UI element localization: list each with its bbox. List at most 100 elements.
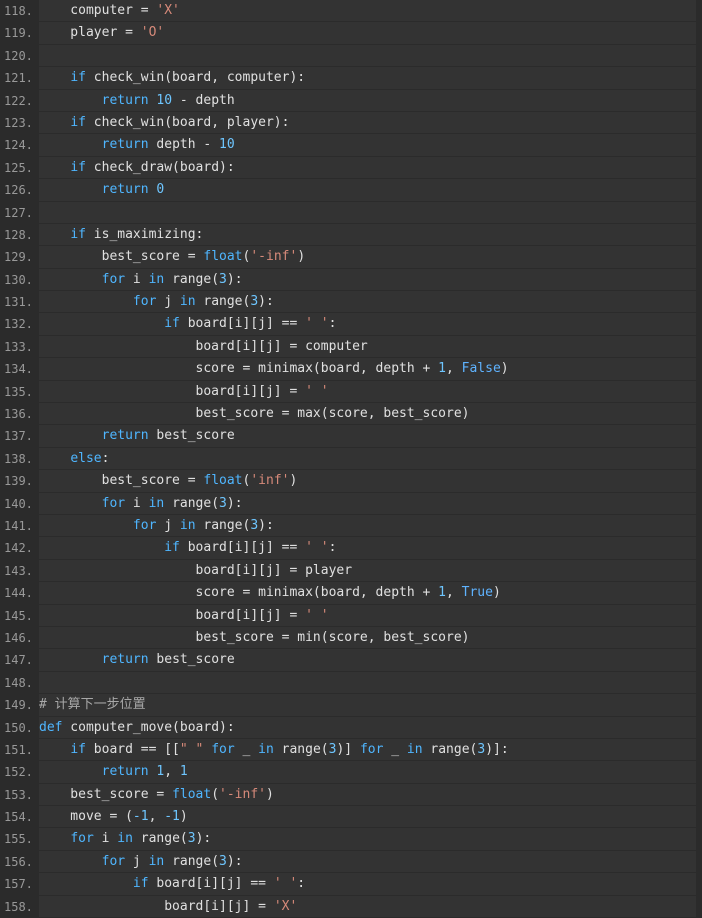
line-number: 151. bbox=[4, 742, 33, 757]
code-token: best_score = bbox=[39, 249, 204, 265]
code-token: False bbox=[461, 361, 501, 377]
code-token: i bbox=[93, 831, 118, 847]
code-token: is_maximizing: bbox=[85, 226, 204, 242]
code-token: score = minimax(board, depth + bbox=[39, 585, 439, 601]
line-number: 153. bbox=[4, 787, 33, 802]
code-viewer: 118. computer = 'X' 119. player = 'O' 120.… bbox=[0, 0, 702, 918]
code-token: board[i][j] == bbox=[148, 876, 274, 892]
code-token: return bbox=[101, 92, 149, 108]
code-text: computer = 'X' bbox=[39, 0, 696, 22]
code-token: ' ' bbox=[305, 383, 329, 399]
code-token: float bbox=[203, 473, 243, 489]
code-lines: 118. computer = 'X' 119. player = 'O' 120.… bbox=[0, 0, 702, 918]
code-line: 136. best_score = max(score, best_score) bbox=[0, 403, 702, 425]
code-token: return bbox=[101, 428, 149, 444]
line-number: 125. bbox=[4, 160, 33, 175]
code-line: 150. def computer_move(board): bbox=[0, 716, 702, 739]
code-line: 154. move = (-1, -1) bbox=[0, 806, 702, 828]
code-line: 122. return 10 - depth bbox=[0, 89, 702, 112]
code-token: 3 bbox=[219, 271, 227, 287]
code-text: return best_score bbox=[39, 649, 696, 671]
line-number: 157. bbox=[4, 877, 33, 892]
code-token: , bbox=[148, 809, 165, 825]
code-token: j bbox=[125, 853, 149, 869]
code-text: if board[i][j] == ' ': bbox=[39, 873, 696, 895]
code-token: if bbox=[164, 316, 180, 332]
code-token: , bbox=[446, 361, 462, 377]
code-line: 134. score = minimax(board, depth + 1, F… bbox=[0, 358, 702, 380]
code-token: else bbox=[70, 450, 102, 466]
code-line: 132. if board[i][j] == ' ': bbox=[0, 313, 702, 335]
code-line: 152. return 1, 1 bbox=[0, 761, 702, 783]
code-token: 10 bbox=[219, 137, 235, 153]
code-line: 131. for j in range(3): bbox=[0, 291, 702, 313]
code-token: in bbox=[179, 517, 196, 533]
code-token: ' ' bbox=[305, 316, 329, 332]
code-token: computer = bbox=[39, 3, 157, 18]
code-line: 127. bbox=[0, 201, 702, 224]
line-number: 132. bbox=[4, 317, 33, 332]
line-number: 119. bbox=[4, 26, 33, 41]
code-token: board[i][j] == bbox=[179, 540, 306, 556]
code-token: if bbox=[164, 540, 180, 556]
code-token: -1 bbox=[164, 809, 180, 825]
code-token: for bbox=[132, 294, 157, 310]
code-line: 133. board[i][j] = computer bbox=[0, 335, 702, 358]
code-text: if board[i][j] == ' ': bbox=[39, 313, 696, 335]
code-token: )]: bbox=[485, 741, 509, 757]
code-token: 'X' bbox=[156, 3, 180, 18]
line-number: 158. bbox=[4, 899, 33, 914]
code-token: 3 bbox=[477, 741, 486, 757]
code-token: range( bbox=[273, 741, 329, 757]
code-line: 147. return best_score bbox=[0, 649, 702, 671]
code-token: return bbox=[101, 764, 149, 780]
code-text: board[i][j] = player bbox=[39, 559, 696, 582]
code-token: ): bbox=[258, 517, 274, 533]
code-text: best_score = float('-inf') bbox=[39, 246, 696, 268]
code-token: score = minimax(board, depth + bbox=[39, 361, 439, 377]
code-token: range( bbox=[422, 741, 478, 757]
code-line: 135. board[i][j] = ' ' bbox=[0, 380, 702, 403]
code-line: 123. if check_win(board, player): bbox=[0, 111, 702, 134]
code-token: , bbox=[446, 585, 462, 601]
code-line: 140. for i in range(3): bbox=[0, 492, 702, 515]
code-token: in bbox=[179, 294, 196, 310]
line-number: 120. bbox=[4, 48, 33, 63]
line-number: 127. bbox=[4, 205, 33, 220]
code-token: board[i][j] = computer bbox=[39, 338, 368, 354]
code-text: return 1, 1 bbox=[39, 761, 696, 783]
line-number: 136. bbox=[4, 407, 33, 422]
code-token: for bbox=[70, 831, 94, 847]
code-token: best_score = max(score, best_score) bbox=[39, 406, 470, 422]
code-token: board[i][j] = bbox=[39, 383, 306, 399]
line-number: 133. bbox=[4, 339, 33, 354]
line-number: 135. bbox=[4, 384, 33, 399]
code-token: best_score bbox=[148, 428, 235, 444]
code-token: best_score = bbox=[39, 473, 204, 489]
code-token: ): bbox=[226, 853, 243, 869]
code-line: 143. board[i][j] = player bbox=[0, 559, 702, 582]
line-number: 147. bbox=[4, 653, 33, 668]
line-number: 141. bbox=[4, 518, 33, 533]
code-line: 137. return best_score bbox=[0, 425, 702, 447]
line-number: 129. bbox=[4, 250, 33, 265]
code-line: 142. if board[i][j] == ' ': bbox=[0, 537, 702, 559]
code-token: : bbox=[101, 450, 110, 466]
code-token: ' ' bbox=[273, 876, 298, 892]
line-number: 150. bbox=[4, 720, 33, 735]
code-token: 3 bbox=[250, 294, 259, 310]
code-token: in bbox=[148, 853, 165, 869]
line-number: 138. bbox=[4, 451, 33, 466]
code-token: for bbox=[101, 495, 126, 511]
code-token: range( bbox=[164, 853, 220, 869]
code-token: float bbox=[172, 786, 212, 802]
code-text: board[i][j] = 'X' bbox=[39, 895, 696, 918]
code-text: player = 'O' bbox=[39, 22, 696, 44]
